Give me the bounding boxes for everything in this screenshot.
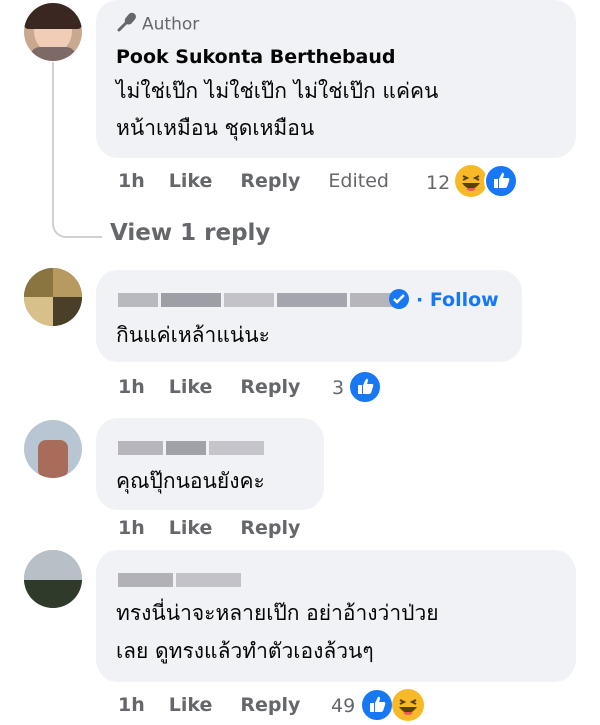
comment-text-line2: เลย ดูทรงแล้วทำตัวเองล้วนๆ bbox=[116, 639, 374, 663]
avatar[interactable] bbox=[24, 268, 82, 326]
follow-button[interactable]: · Follow bbox=[416, 289, 499, 311]
commenter-name[interactable]: Pook Sukonta Berthebaud bbox=[116, 46, 396, 68]
reaction-count[interactable]: 49 bbox=[331, 695, 355, 717]
timestamp[interactable]: 1h bbox=[118, 694, 145, 716]
redacted-name[interactable] bbox=[118, 292, 403, 307]
comment-text: คุณปุ๊กนอนยังคะ bbox=[116, 469, 265, 493]
comment-text-line1: ทรงนี่น่าจะหลายเป๊ก อย่าอ้างว่าป่วย bbox=[116, 601, 439, 625]
comment-actions: 1h Like Reply bbox=[118, 376, 328, 398]
reply-button[interactable]: Reply bbox=[240, 376, 300, 398]
timestamp[interactable]: 1h bbox=[118, 376, 145, 398]
reaction-count[interactable]: 3 bbox=[332, 377, 344, 399]
redacted-name[interactable] bbox=[118, 440, 267, 455]
comment-bubble: Author Pook Sukonta Berthebaud ไม่ใช่เป๊… bbox=[96, 0, 576, 158]
like-reaction-icon bbox=[360, 688, 394, 722]
verified-badge-icon bbox=[388, 288, 410, 314]
edited-label[interactable]: Edited bbox=[328, 170, 389, 192]
author-badge: Author bbox=[116, 11, 199, 38]
reply-button[interactable]: Reply bbox=[240, 517, 300, 539]
reply-button[interactable]: Reply bbox=[240, 170, 300, 192]
comment-text-line1: ไม่ใช่เป๊ก ไม่ใช่เป๊ก ไม่ใช่เป๊ก แค่คน bbox=[116, 79, 439, 103]
avatar[interactable] bbox=[24, 3, 82, 61]
like-button[interactable]: Like bbox=[169, 170, 213, 192]
timestamp[interactable]: 1h bbox=[118, 170, 145, 192]
like-button[interactable]: Like bbox=[169, 517, 213, 539]
like-reaction-icon bbox=[484, 164, 518, 198]
like-button[interactable]: Like bbox=[169, 376, 213, 398]
thread-line bbox=[52, 62, 102, 238]
comment-actions: 1h Like Reply bbox=[118, 517, 328, 539]
comment-text: กินแค่เหล้าแน่นะ bbox=[116, 323, 270, 347]
reaction-count[interactable]: 12 bbox=[426, 172, 450, 194]
comment-bubble: ทรงนี่น่าจะหลายเป๊ก อย่าอ้างว่าป่วย เลย … bbox=[96, 550, 576, 682]
redacted-name[interactable] bbox=[118, 572, 244, 587]
haha-reaction-icon bbox=[455, 165, 487, 197]
microphone-icon bbox=[116, 11, 138, 38]
view-replies-link[interactable]: View 1 reply bbox=[110, 220, 270, 246]
comment-actions: 1h Like Reply Edited bbox=[118, 170, 417, 192]
comment-text-line2: หน้าเหมือน ชุดเหมือน bbox=[116, 116, 315, 140]
timestamp[interactable]: 1h bbox=[118, 517, 145, 539]
comment-bubble: · Follow กินแค่เหล้าแน่นะ bbox=[96, 270, 522, 362]
author-badge-label: Author bbox=[142, 14, 200, 35]
like-reaction-icon bbox=[348, 370, 382, 404]
comment-bubble: คุณปุ๊กนอนยังคะ bbox=[96, 418, 324, 510]
comment-actions: 1h Like Reply bbox=[118, 694, 328, 716]
haha-reaction-icon bbox=[392, 689, 424, 721]
reply-button[interactable]: Reply bbox=[240, 694, 300, 716]
avatar[interactable] bbox=[24, 420, 82, 478]
like-button[interactable]: Like bbox=[169, 694, 213, 716]
avatar[interactable] bbox=[24, 550, 82, 608]
